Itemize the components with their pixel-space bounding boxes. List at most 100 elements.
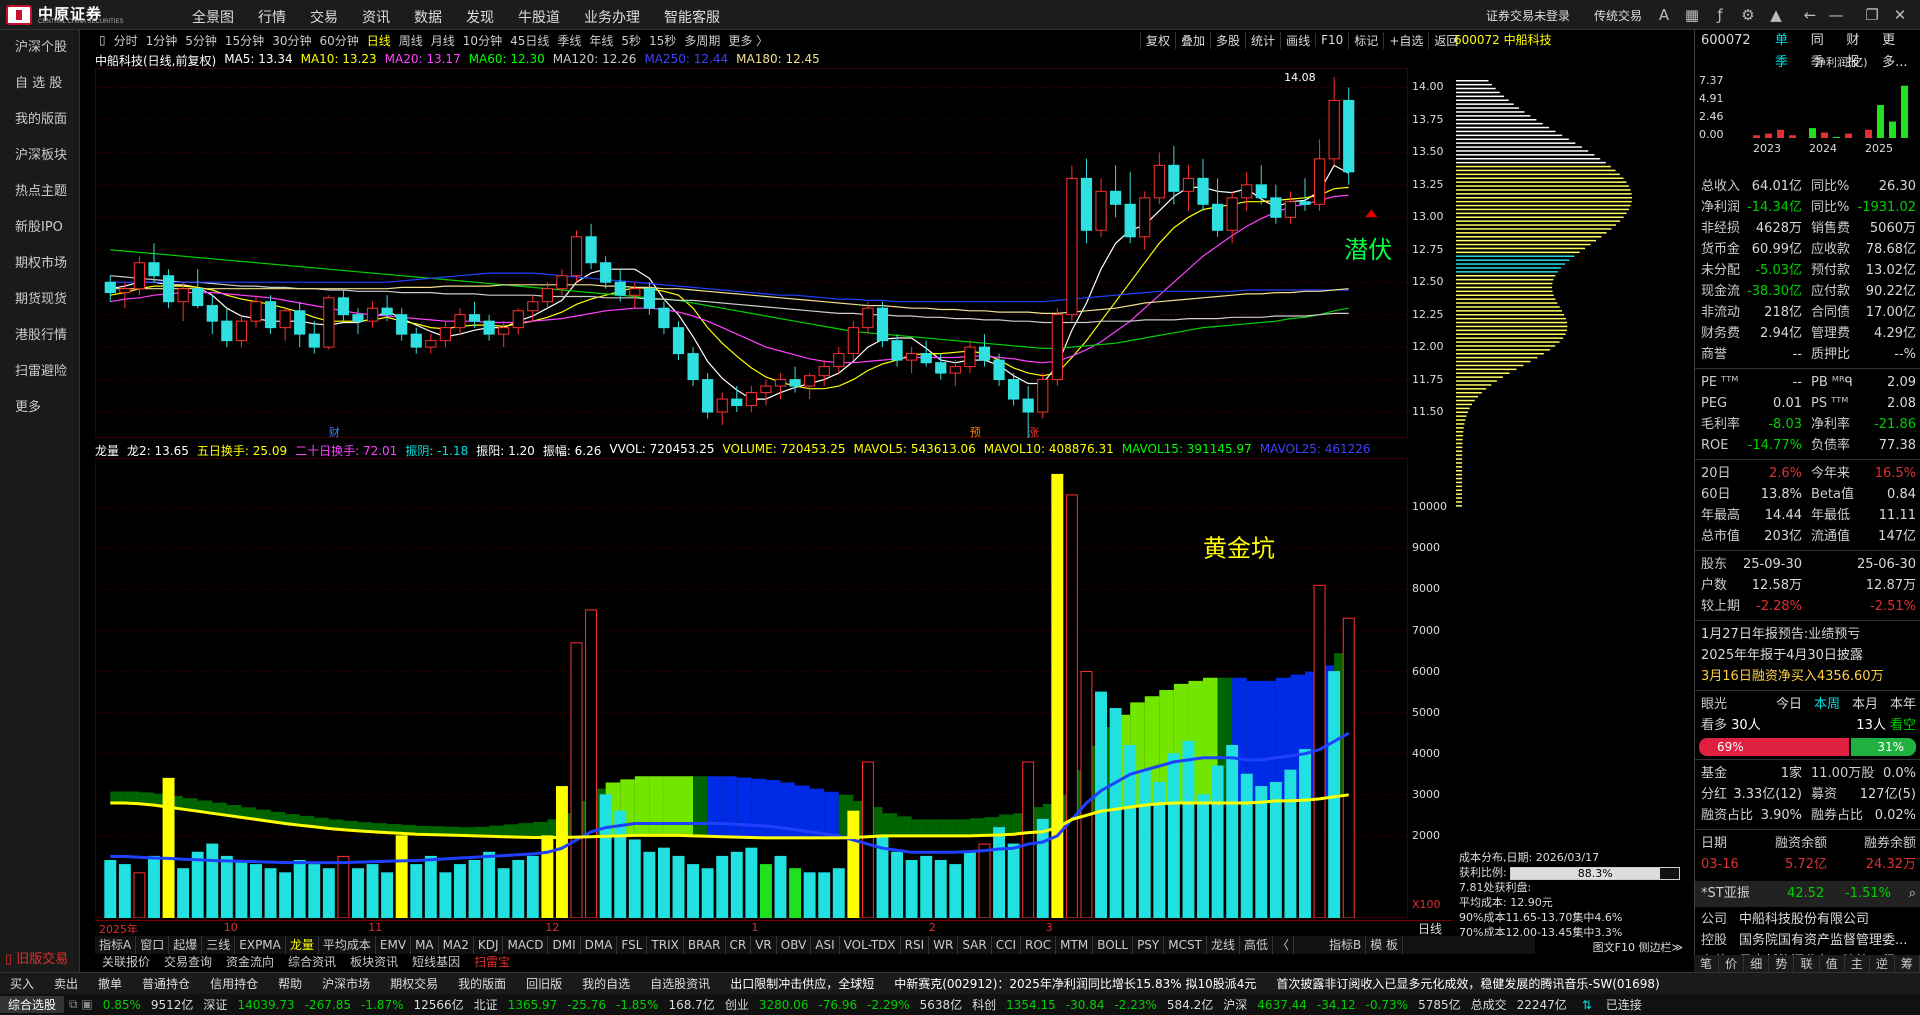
task-7[interactable]: 期权交易 [380, 975, 448, 992]
bottom-tab-2[interactable]: 资金流向 [219, 954, 281, 970]
period-8[interactable]: 月线 [427, 32, 459, 49]
sidebar-item-0[interactable]: 沪深个股 [0, 30, 79, 66]
period-12[interactable]: 年线 [585, 32, 617, 49]
news-2[interactable]: 3月16日融资净买入4356.60万 [1701, 666, 1920, 687]
task-8[interactable]: 我的版面 [448, 975, 516, 992]
trade-style-toggle[interactable]: 传统交易 [1594, 7, 1642, 24]
indicator-13[interactable]: DMA [581, 936, 618, 954]
ticker-2[interactable]: 首次披露非订阅收入已显多元化成效，稳健发展的腾讯音乐-SW(01698) [1266, 975, 1669, 992]
indicator-8[interactable]: MA [411, 936, 439, 954]
sidebar-item-1[interactable]: 自 选 股 [0, 66, 79, 102]
indicator-33[interactable]: 〈 [1273, 936, 1294, 954]
task-2[interactable]: 撤单 [88, 975, 132, 992]
indicator-4[interactable]: EXPMA [235, 936, 286, 954]
indicator-26[interactable]: ROC [1021, 936, 1057, 954]
rp-btab-8[interactable]: 筹 [1895, 955, 1920, 972]
eye-tab-1[interactable]: 本周 [1814, 694, 1840, 715]
task-10[interactable]: 我的自选 [572, 975, 640, 992]
tool-7[interactable]: +自选 [1383, 31, 1428, 49]
formula-icon[interactable]: ƒ [1710, 5, 1730, 25]
indicator-10[interactable]: KDJ [474, 936, 504, 954]
tool-3[interactable]: 统计 [1245, 31, 1280, 49]
period-4[interactable]: 30分钟 [268, 32, 315, 49]
bottom-tab-4[interactable]: 板块资讯 [343, 954, 405, 970]
rp-btab-2[interactable]: 细 [1744, 955, 1770, 972]
sidebar-item-4[interactable]: 热点主题 [0, 174, 79, 210]
indicator-31[interactable]: 龙线 [1207, 936, 1240, 954]
sidebar-item-8[interactable]: 港股行情 [0, 318, 79, 354]
indicator-25[interactable]: CCI [992, 936, 1021, 954]
indicator-right-0[interactable]: 指标B [1325, 936, 1367, 954]
trade-login-status[interactable]: 证券交易未登录 [1486, 7, 1570, 24]
task-9[interactable]: 回旧版 [516, 975, 572, 992]
bottom-tab-3[interactable]: 综合资讯 [281, 954, 343, 970]
old-version-trade[interactable]: ▯ 旧版交易 [5, 948, 68, 967]
period-6[interactable]: 日线 [363, 32, 395, 49]
task-4[interactable]: 信用持仓 [200, 975, 268, 992]
menu-4[interactable]: 数据 [402, 7, 454, 27]
menu-5[interactable]: 发现 [454, 7, 506, 27]
bottom-tab-5[interactable]: 短线基因 [405, 954, 467, 970]
search-icon[interactable]: ⌕ [1909, 881, 1916, 907]
sidebar-item-10[interactable]: 更多 [0, 390, 79, 426]
indicator-30[interactable]: MCST [1164, 936, 1207, 954]
sidebar-item-2[interactable]: 我的版面 [0, 102, 79, 138]
indicator-2[interactable]: 起爆 [169, 936, 203, 954]
close-icon[interactable]: ✕ [1890, 5, 1910, 25]
eye-tab-0[interactable]: 今日 [1776, 694, 1802, 715]
period-0[interactable]: 分时 [110, 32, 142, 49]
bottom-tab-1[interactable]: 交易查询 [157, 954, 219, 970]
news-1[interactable]: 2025年年报于4月30日披露 [1701, 645, 1920, 666]
indicator-27[interactable]: MTM [1056, 936, 1094, 954]
menu-6[interactable]: 牛股道 [506, 7, 572, 27]
period-5[interactable]: 60分钟 [315, 32, 362, 49]
menu-2[interactable]: 交易 [298, 7, 350, 27]
rp-btab-7[interactable]: 逆 [1870, 955, 1895, 972]
volume-chart[interactable]: 黄金坑 [95, 458, 1408, 918]
menu-3[interactable]: 资讯 [350, 7, 402, 27]
sidebar-item-5[interactable]: 新股IPO [0, 210, 79, 246]
menu-7[interactable]: 业务办理 [572, 7, 652, 27]
indicator-18[interactable]: VR [751, 936, 777, 954]
indicator-5[interactable]: 龙量 [286, 936, 319, 954]
task-1[interactable]: 卖出 [44, 975, 88, 992]
period-10[interactable]: 45日线 [506, 32, 553, 49]
indicator-15[interactable]: TRIX [647, 936, 684, 954]
indicator-24[interactable]: SAR [958, 936, 992, 954]
price-chart[interactable]: 14.08←11.11潜伏财预涨 [95, 68, 1408, 438]
menu-8[interactable]: 智能客服 [652, 7, 732, 27]
period-9[interactable]: 10分钟 [459, 32, 506, 49]
indicator-29[interactable]: PSY [1133, 936, 1165, 954]
indicator-17[interactable]: CR [726, 936, 752, 954]
indicator-1[interactable]: 窗口 [136, 936, 170, 954]
status-category[interactable]: 综合选股 [0, 996, 65, 1013]
task-6[interactable]: 沪深市场 [312, 975, 380, 992]
rp-btab-6[interactable]: 主 [1845, 955, 1870, 972]
period-13[interactable]: 5秒 [617, 32, 645, 49]
indicator-6[interactable]: 平均成本 [319, 936, 376, 954]
minimize-icon[interactable]: — [1826, 5, 1846, 25]
tool-0[interactable]: 复权 [1140, 31, 1175, 49]
font-size-icon[interactable]: A [1654, 5, 1674, 25]
indicator-12[interactable]: DMI [548, 936, 581, 954]
period-16[interactable]: 更多 〉 [724, 32, 772, 49]
indicator-19[interactable]: OBV [777, 936, 812, 954]
sidebar-item-3[interactable]: 沪深板块 [0, 138, 79, 174]
sidebar-item-6[interactable]: 期权市场 [0, 246, 79, 282]
bottom-tab-0[interactable]: 关联报价 [95, 954, 157, 970]
indicator-22[interactable]: RSI [901, 936, 930, 954]
indicator-11[interactable]: MACD [503, 936, 549, 954]
task-0[interactable]: 买入 [0, 975, 44, 992]
period-2[interactable]: 5分钟 [181, 32, 221, 49]
grid-icon[interactable]: ▦ [1682, 5, 1702, 25]
sidebar-item-9[interactable]: 扫雷避险 [0, 354, 79, 390]
period-7[interactable]: 周线 [395, 32, 427, 49]
task-11[interactable]: 自选股资讯 [640, 975, 720, 992]
back-icon[interactable]: ← [1800, 5, 1820, 25]
skin-icon[interactable]: ▲ [1766, 5, 1786, 25]
peer-quote[interactable]: *ST亚振 42.52 -1.51% ⌕ [1695, 881, 1920, 907]
menu-0[interactable]: 全景图 [180, 7, 246, 27]
period-11[interactable]: 季线 [553, 32, 585, 49]
indicator-14[interactable]: FSL [617, 936, 648, 954]
eye-tab-2[interactable]: 本月 [1852, 694, 1878, 715]
